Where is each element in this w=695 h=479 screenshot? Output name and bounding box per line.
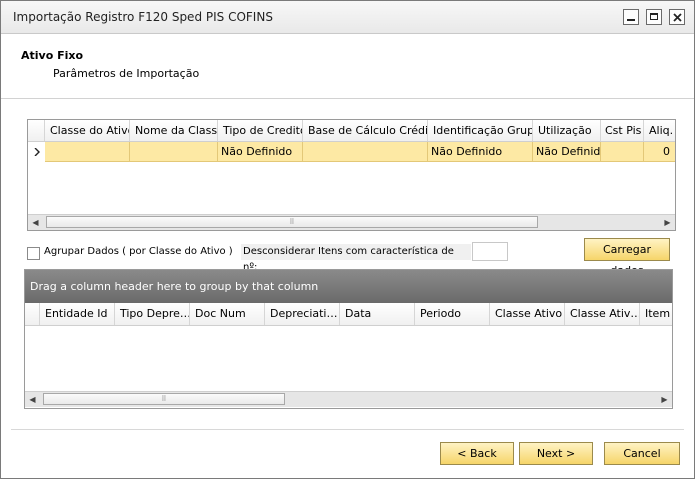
column-header[interactable]: Tipo de Credito — [218, 120, 303, 141]
title-bar: Importação Registro F120 Sped PIS COFINS — [1, 1, 694, 34]
table-row[interactable]: Não Definido Não Definido Não Definido 0 — [28, 142, 675, 162]
table-cell[interactable]: 0 — [644, 142, 675, 162]
column-header[interactable]: Identificação Grupo — [428, 120, 533, 141]
column-header[interactable]: Data — [340, 303, 415, 325]
scroll-left-icon[interactable]: ◀ — [28, 215, 43, 230]
scrollbar-thumb[interactable]: ⠿ — [43, 393, 285, 405]
ignore-items-label: Desconsiderar Itens com característica d… — [241, 244, 471, 273]
column-header[interactable]: Utilização — [533, 120, 601, 141]
group-data-checkbox[interactable] — [27, 247, 40, 260]
table-cell[interactable] — [45, 142, 130, 162]
grid-header-row: Classe do Ativo Nome da Classe Tipo de C… — [28, 120, 675, 142]
scroll-right-icon[interactable]: ▶ — [660, 215, 675, 230]
asset-class-grid[interactable]: Classe do Ativo Nome da Classe Tipo de C… — [27, 119, 676, 231]
minimize-button[interactable] — [623, 9, 639, 25]
table-cell[interactable] — [130, 142, 218, 162]
window-title: Importação Registro F120 Sped PIS COFINS — [13, 10, 273, 24]
column-header[interactable]: Tipo Depre… — [115, 303, 190, 325]
horizontal-scrollbar[interactable]: ◀ ⠿ ▶ — [25, 391, 672, 407]
table-cell[interactable]: Não Definido — [218, 142, 303, 162]
column-header[interactable]: Depreciati… — [265, 303, 340, 325]
column-header[interactable]: Aliq. — [644, 120, 675, 141]
column-header[interactable]: Base de Cálculo Crédito — [303, 120, 428, 141]
column-header[interactable]: Periodo — [415, 303, 490, 325]
wizard-content: Classe do Ativo Nome da Classe Tipo de C… — [1, 99, 694, 429]
column-header[interactable]: Entidade Id — [40, 303, 115, 325]
column-header[interactable]: Classe Ativo — [490, 303, 565, 325]
column-header[interactable]: Doc Num — [190, 303, 265, 325]
maximize-icon — [650, 13, 658, 20]
scroll-left-icon[interactable]: ◀ — [25, 392, 40, 407]
table-cell[interactable] — [601, 142, 644, 162]
header-title: Ativo Fixo — [21, 49, 84, 62]
scrollbar-thumb[interactable]: ⠿ — [46, 216, 538, 228]
next-button[interactable]: Next > — [519, 442, 593, 465]
close-button[interactable] — [669, 9, 685, 25]
header-subtitle: Parâmetros de Importação — [53, 67, 200, 80]
scroll-right-icon[interactable]: ▶ — [657, 392, 672, 407]
footer-divider — [11, 429, 684, 430]
column-header[interactable]: Cst Pis — [601, 120, 644, 141]
dialog-window: Importação Registro F120 Sped PIS COFINS… — [0, 0, 695, 479]
table-cell[interactable] — [303, 142, 428, 162]
column-header[interactable]: Classe Ativ… — [565, 303, 640, 325]
minimize-icon — [627, 19, 635, 21]
close-icon — [673, 13, 682, 22]
column-header[interactable]: Nome da Classe — [130, 120, 218, 141]
back-button[interactable]: < Back — [440, 442, 514, 465]
horizontal-scrollbar[interactable]: ◀ ⠿ ▶ — [28, 214, 675, 230]
ignore-number-input[interactable] — [472, 242, 508, 261]
maximize-button[interactable] — [646, 9, 662, 25]
load-data-button[interactable]: Carregar dados — [584, 238, 670, 277]
wizard-header: Ativo Fixo Parâmetros de Importação — [1, 34, 694, 99]
row-selector-header — [25, 303, 40, 325]
row-selector-header — [28, 120, 45, 141]
row-pointer-icon — [28, 142, 46, 162]
table-cell[interactable]: Não Definido — [533, 142, 601, 162]
group-by-panel[interactable]: Drag a column header here to group by th… — [25, 270, 672, 303]
asset-items-grid[interactable]: Drag a column header here to group by th… — [24, 269, 673, 409]
table-cell[interactable]: Não Definido — [428, 142, 533, 162]
grid-header-row: Entidade Id Tipo Depre… Doc Num Deprecia… — [25, 303, 672, 326]
column-header[interactable]: Item — [640, 303, 672, 325]
column-header[interactable]: Classe do Ativo — [45, 120, 130, 141]
group-data-label: Agrupar Dados ( por Classe do Ativo ) — [44, 246, 233, 257]
cancel-button[interactable]: Cancel — [604, 442, 680, 465]
